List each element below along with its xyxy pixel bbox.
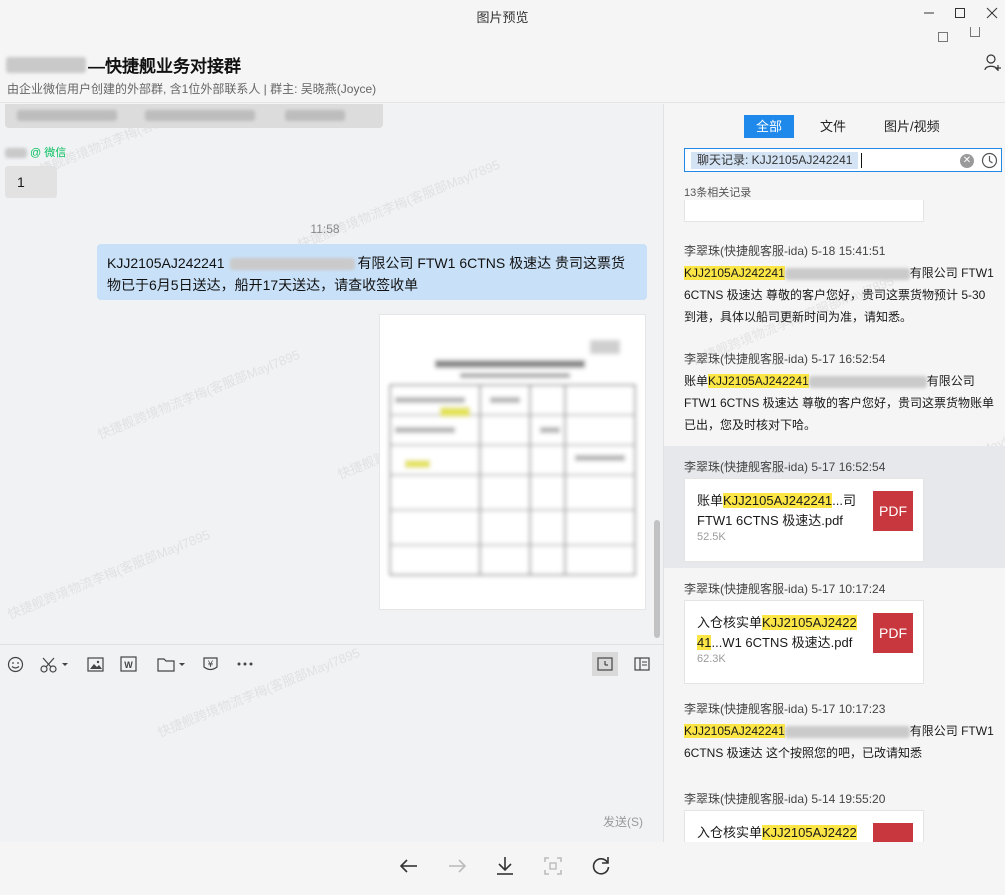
tab-files[interactable]: 文件 (808, 115, 858, 138)
result-count: 13条相关记录 (684, 187, 752, 199)
search-query-tag: 聊天记录: KJJ2105AJ242241 (691, 152, 859, 169)
chat-messages[interactable]: 快捷舰跨境物流李梅(客服部Mayl7895 快捷舰跨境物流李梅(客服部Mayl7… (0, 104, 663, 644)
redacted-company (784, 267, 910, 280)
result-item-file[interactable]: 李翠珠(快捷舰客服-ida) 5-17 16:52:54 账单KJJ2105AJ… (664, 446, 1005, 568)
result-text: KJJ2105AJ242241 有限公司 FTW1 6CTNS 极速达 尊敬的客户您… (684, 266, 994, 324)
search-results[interactable]: 快捷舰跨境物流李梅(客服部Mayl7895 快捷舰跨境物流李梅(客服部Mayl7… (664, 200, 1005, 842)
group-subtitle: 由企业微信用户创建的外部群, 含1位外部联系人 | 群主: 吴晓燕(Joyce) (7, 82, 377, 96)
result-item[interactable]: 李翠珠(快捷舰客服-ida) 5-18 15:41:51 KJJ2105AJ24… (664, 230, 1005, 330)
watermark: 快捷舰跨境物流李梅(客服部Mayl7895 (95, 346, 302, 442)
result-meta: 李翠珠(快捷舰客服-ida) 5-14 19:55:20 (684, 792, 886, 806)
result-item-file[interactable]: 李翠珠(快捷舰客服-ida) 5-14 19:55:20 入仓核实单KJJ210… (664, 778, 1005, 842)
search-input[interactable]: 聊天记录: KJJ2105AJ242241 ✕ (684, 148, 1002, 172)
file-name: 入仓核实单KJJ2105AJ2422 (697, 825, 857, 840)
result-item-file[interactable]: 李翠珠(快捷舰客服-ida) 5-17 10:17:24 入仓核实单KJJ210… (664, 568, 1005, 690)
send-button[interactable]: 发送(S) (603, 813, 643, 830)
history-clock-icon[interactable] (981, 152, 998, 169)
search-panel: 全部 文件 图片/视频 聊天记录: KJJ2105AJ242241 ✕ 13条相… (664, 104, 1005, 842)
previous-message-bubble[interactable] (5, 104, 383, 128)
match-highlight: KJJ2105AJ242241 (684, 266, 785, 280)
partial-result-card[interactable] (684, 200, 924, 222)
download-icon[interactable] (493, 854, 517, 878)
next-arrow-icon[interactable] (445, 854, 469, 878)
sender-label: @ 微信 (5, 144, 66, 160)
minimize-icon[interactable] (915, 2, 943, 24)
image-icon[interactable] (87, 655, 104, 673)
maximize-icon[interactable] (946, 2, 974, 24)
group-title: —快捷舰业务对接群 (6, 52, 241, 77)
file-card[interactable]: 入仓核实单KJJ2105AJ2422 41...W1 6CTNS 极速达.pdf … (684, 600, 924, 684)
file-card[interactable]: 账单KJJ2105AJ242241...司 FTW1 6CTNS 极速达.pdf… (684, 478, 924, 562)
match-highlight: 41 (697, 635, 712, 650)
redacted-company (808, 375, 927, 388)
tab-all[interactable]: 全部 (744, 115, 795, 138)
group-name-text: —快捷舰业务对接群 (88, 57, 241, 76)
screenshot-scissors-icon[interactable] (40, 655, 70, 673)
ghost-window-icon (970, 27, 980, 37)
pdf-file-icon: PDF (873, 491, 913, 531)
clear-icon[interactable]: ✕ (960, 154, 974, 168)
redacted-name (5, 148, 27, 159)
close-icon[interactable] (978, 2, 1005, 24)
svg-text:¥: ¥ (208, 660, 214, 670)
preview-toolbar (0, 842, 1005, 895)
match-highlight: KJJ2105AJ242241 (684, 724, 785, 738)
tab-media[interactable]: 图片/视频 (872, 115, 952, 138)
wechat-tag: @ 微信 (30, 147, 67, 159)
result-item[interactable]: 李翠珠(快捷舰客服-ida) 5-17 10:17:23 KJJ2105AJ24… (664, 688, 1005, 778)
pdf-file-icon (873, 823, 913, 842)
window-titlebar: 图片预览 (0, 0, 1005, 30)
match-highlight: KJJ2105AJ2422 (762, 825, 857, 840)
blurred-document-image (380, 315, 645, 609)
message-bubble[interactable]: 1 (5, 166, 57, 198)
match-highlight: KJJ2105AJ2422 (762, 615, 857, 630)
search-tabs: 全部 文件 图片/视频 (744, 115, 966, 138)
previous-arrow-icon[interactable] (397, 854, 421, 878)
watermark: 快捷舰跨境物流李梅(客服部Mayl7895 (295, 156, 502, 252)
sidebar-toggle-icon[interactable] (634, 655, 650, 673)
redacted-company (230, 258, 356, 271)
result-text: 账单KJJ2105AJ242241 有限公司 FTW1 6CTNS 极速达 尊敬的客… (684, 374, 995, 432)
fit-screen-icon[interactable] (541, 854, 565, 878)
chat-header: —快捷舰业务对接群 由企业微信用户创建的外部群, 含1位外部联系人 | 群主: … (0, 27, 1005, 103)
match-highlight: KJJ2105AJ242241 (708, 374, 809, 388)
file-size: 62.3K (697, 653, 726, 665)
chat-history-icon[interactable] (592, 652, 618, 676)
watermark: 快捷舰跨境物流李梅(客服部Mayl7895 (5, 526, 212, 622)
file-name: 入仓核实单KJJ2105AJ2422 41...W1 6CTNS 极速达.pdf (697, 615, 857, 650)
redacted-name (6, 56, 86, 73)
chat-scrollbar[interactable] (654, 520, 660, 638)
match-highlight: KJJ2105AJ242241 (723, 493, 833, 508)
file-name: 账单KJJ2105AJ242241...司 FTW1 6CTNS 极速达.pdf (697, 493, 857, 528)
more-icon[interactable] (236, 655, 254, 673)
message-input[interactable]: 快捷舰跨境物流李梅(客服部Mayl7895 (0, 645, 663, 842)
document-icon[interactable]: W (120, 655, 137, 673)
file-card[interactable]: 入仓核实单KJJ2105AJ2422 (684, 810, 924, 842)
my-message-bubble[interactable]: KJJ2105AJ242241 有限公司 FTW1 6CTNS 极速达 贵司这票… (97, 244, 647, 300)
svg-text:W: W (124, 660, 133, 670)
chat-toolbar: W ¥ (0, 644, 663, 682)
redacted-company (784, 725, 910, 738)
result-item[interactable]: 李翠珠(快捷舰客服-ida) 5-17 16:52:54 账单KJJ2105AJ… (664, 338, 1005, 438)
emoji-icon[interactable] (7, 655, 24, 673)
rotate-icon[interactable] (589, 854, 613, 878)
image-message[interactable] (379, 314, 646, 610)
add-member-icon[interactable] (984, 53, 1002, 73)
message-time: 11:58 (310, 222, 340, 236)
window-title: 图片预览 (476, 10, 529, 25)
payment-icon[interactable]: ¥ (202, 655, 219, 673)
result-meta: 李翠珠(快捷舰客服-ida) 5-17 16:52:54 (684, 460, 886, 474)
result-meta: 李翠珠(快捷舰客服-ida) 5-18 15:41:51 (684, 244, 886, 258)
ghost-window-icon (938, 32, 948, 42)
result-meta: 李翠珠(快捷舰客服-ida) 5-17 10:17:24 (684, 582, 886, 596)
text-caret (861, 153, 862, 168)
message-id: KJJ2105AJ242241 (107, 255, 225, 271)
folder-icon[interactable] (157, 655, 187, 673)
pdf-file-icon: PDF (873, 613, 913, 653)
result-meta: 李翠珠(快捷舰客服-ida) 5-17 16:52:54 (684, 352, 886, 366)
file-size: 52.5K (697, 531, 726, 543)
result-meta: 李翠珠(快捷舰客服-ida) 5-17 10:17:23 (684, 702, 886, 716)
result-text: KJJ2105AJ242241 有限公司 FTW1 6CTNS 极速达 这个按照您的… (684, 724, 994, 760)
